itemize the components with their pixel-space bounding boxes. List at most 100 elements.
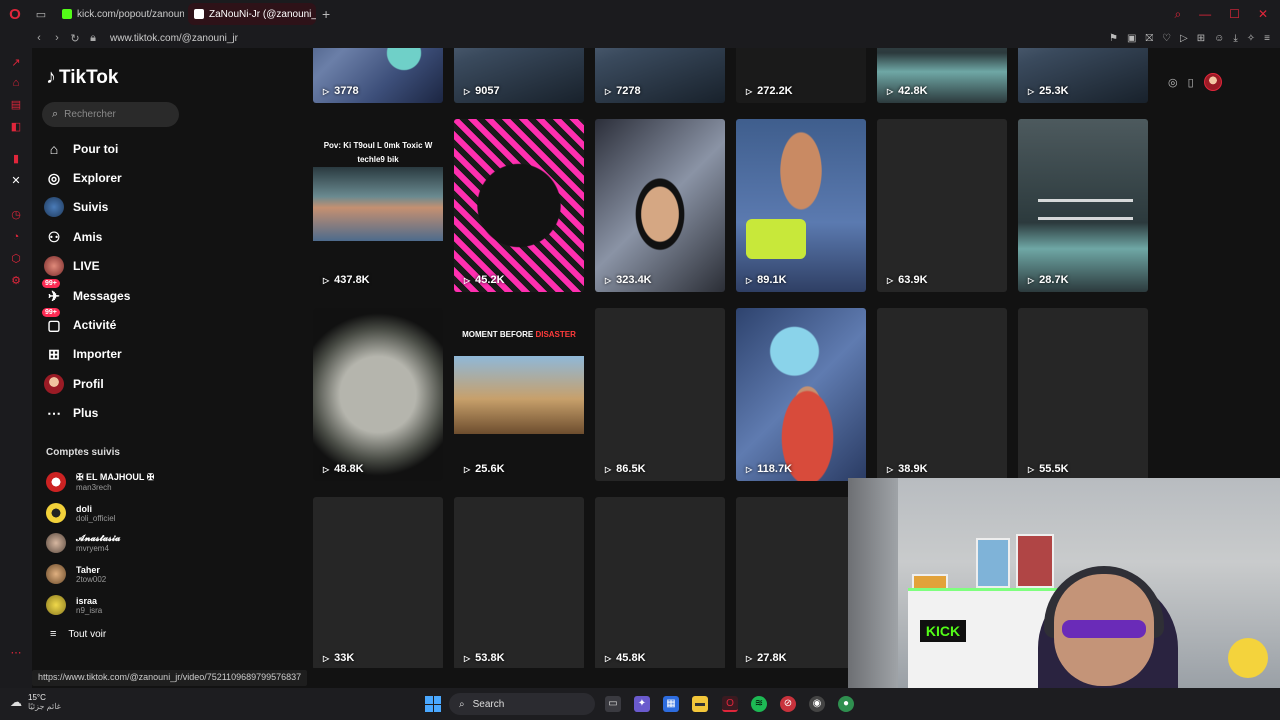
nav-following[interactable]: Suivis (44, 196, 108, 218)
nav-upload[interactable]: ⊞ Importer (44, 343, 122, 365)
video-card[interactable]: ▷ 272.2K (736, 48, 866, 103)
live-avatar (44, 256, 64, 276)
video-card[interactable]: ▷ 48.8K (313, 308, 443, 481)
player-icon[interactable]: ▷ (1180, 33, 1188, 44)
user-avatar[interactable] (1203, 73, 1222, 91)
nav-live[interactable]: LIVE (44, 255, 100, 277)
followed-account[interactable]: ✠ EL MAJHOUL ✠ man3rech (46, 469, 154, 495)
profile-avatar (44, 374, 64, 394)
video-card[interactable]: ▷ 63.9K (877, 119, 1007, 292)
obs-icon[interactable]: ◉ (809, 696, 825, 712)
video-card[interactable]: ▷ 118.7K (736, 308, 866, 481)
weather-widget[interactable]: ☁ 15°C غائم جزئيًا (10, 693, 61, 711)
video-card[interactable]: ▷ 89.1K (736, 119, 866, 292)
twitch-icon[interactable]: ▮ (9, 152, 23, 166)
spotify-icon[interactable]: ≋ (751, 696, 767, 712)
nav-friends[interactable]: ⚇ Amis (44, 226, 103, 248)
device-icon[interactable]: ▯ (1188, 76, 1194, 89)
search-tabs-icon[interactable]: ⌕ (1174, 7, 1181, 22)
video-card[interactable]: ▷ 55.5K (1018, 308, 1148, 481)
nav-profile[interactable]: Profil (44, 373, 104, 395)
video-card[interactable]: ▷ 42.8K (877, 48, 1007, 103)
snapshot-icon[interactable]: ▣ (1127, 33, 1136, 44)
nav-more[interactable]: ⋯ Plus (44, 402, 98, 424)
view-count: ▷ 7278 (605, 85, 641, 97)
minimize-button[interactable]: — (1199, 7, 1211, 22)
opera-gx-icon[interactable]: O (722, 696, 738, 712)
aria-ai-icon[interactable]: ✧ (1247, 33, 1255, 44)
reload-icon[interactable]: ↻ (66, 32, 84, 45)
more-icon[interactable]: ⋯ (9, 646, 23, 660)
menu-icon[interactable]: ≡ (1264, 33, 1270, 44)
video-card[interactable]: ▷ 7278 (595, 48, 725, 103)
view-count: ▷ 27.8K (746, 652, 787, 664)
nav-messages[interactable]: ✈ 99+ Messages (42, 279, 130, 307)
followed-account[interactable]: 𝓐𝓷𝓪𝓼𝓽𝓪𝓼𝓲𝓪 mvryem4 (46, 530, 120, 556)
aria-icon[interactable]: ↗ (9, 56, 23, 70)
nav-label: LIVE (73, 259, 100, 273)
copilot-icon[interactable]: ✦ (634, 696, 650, 712)
lock-icon[interactable]: ⌂ (9, 76, 23, 90)
video-card[interactable]: ▷ 38.9K (877, 308, 1007, 481)
extensions-icon[interactable]: ⊞ (1197, 33, 1205, 44)
tiktok-logo[interactable]: ♪ TikTok (46, 66, 118, 89)
followed-account[interactable]: doli doli_officiel (46, 500, 115, 526)
video-card[interactable]: ▷ 27.8K (736, 497, 866, 668)
account-icon[interactable]: ☺ (1214, 33, 1224, 44)
new-tab-button[interactable]: + (322, 6, 330, 22)
app-icon[interactable]: ⊘ (780, 696, 796, 712)
nav-for-you[interactable]: ⌂ Pour toi (44, 138, 119, 160)
view-count: ▷ 9057 (464, 85, 500, 97)
video-card[interactable]: ▷ 86.5K (595, 308, 725, 481)
messenger-icon[interactable]: ▤ (9, 98, 23, 112)
settings-icon[interactable]: ⚙ (9, 274, 23, 288)
header-actions: ◎ ▯ (1168, 70, 1252, 94)
maximize-button[interactable]: ☐ (1229, 7, 1240, 22)
account-handle: doli_officiel (76, 513, 116, 523)
adblock-icon[interactable]: ⛝ (1145, 33, 1153, 44)
clock-icon[interactable]: ◔ (9, 230, 23, 244)
player-icon[interactable]: ◧ (9, 120, 23, 134)
url-field[interactable]: www.tiktok.com/@zanouni_jr (110, 33, 238, 44)
nav-explore[interactable]: ◎ Explorer (44, 167, 122, 189)
video-card[interactable]: ▷ 45.8K (595, 497, 725, 668)
video-card[interactable]: ▷ 53.8K (454, 497, 584, 668)
video-card[interactable]: ▷ 28.7K (1018, 119, 1148, 292)
store-icon[interactable]: ▦ (663, 696, 679, 712)
taskbar-search[interactable]: ⌕ Search (449, 693, 595, 715)
followed-account[interactable]: Taher 2tow002 (46, 561, 106, 587)
history-icon[interactable]: ◷ (9, 208, 23, 222)
extensions-icon[interactable]: ⬡ (9, 252, 23, 266)
video-card[interactable]: ▷ 9057 (454, 48, 584, 103)
play-icon: ▷ (1028, 464, 1035, 474)
video-card[interactable]: ▷ 33K (313, 497, 443, 668)
see-all-button[interactable]: ≡ Tout voir (50, 628, 106, 640)
tab-kick[interactable]: kick.com/popout/zanouni (56, 3, 184, 25)
view-count: ▷ 33K (323, 652, 355, 664)
opera-logo-icon[interactable]: O (0, 0, 30, 28)
tab-tiktok[interactable]: ZaNouNi-Jr (@zanouni_jr) (188, 3, 316, 25)
account-name: doli (76, 503, 92, 514)
video-card[interactable]: ▷ 323.4K (595, 119, 725, 292)
coin-icon[interactable]: ◎ (1168, 76, 1178, 89)
close-window-button[interactable]: ✕ (1258, 7, 1268, 22)
back-icon[interactable]: ‹ (30, 32, 48, 44)
video-card[interactable]: ▷ 25.3K (1018, 48, 1148, 103)
file-explorer-icon[interactable]: ▬ (692, 696, 708, 712)
start-button[interactable] (425, 696, 441, 712)
nav-activity[interactable]: ▢ 99+ Activité (42, 308, 116, 336)
bookmark-icon[interactable]: ⚑ (1109, 33, 1118, 44)
tab-menu-icon[interactable]: ▭ (30, 0, 52, 28)
video-card[interactable]: ▷ 3778 (313, 48, 443, 103)
heart-icon[interactable]: ♡ (1162, 33, 1171, 44)
video-card[interactable]: MOMENT BEFORE DISASTER ▷ 25.6K (454, 308, 584, 481)
forward-icon[interactable]: › (48, 32, 66, 44)
download-icon[interactable]: ⤓ (1233, 33, 1237, 44)
followed-account[interactable]: israa n9_isra (46, 592, 102, 618)
task-view-icon[interactable]: ▭ (605, 696, 621, 712)
video-card[interactable]: Pov: Ki T9oul L 0mk Toxic W techle9 bik … (313, 119, 443, 292)
app-icon[interactable]: ● (838, 696, 854, 712)
video-card[interactable]: ▷ 45.2K (454, 119, 584, 292)
x-icon[interactable]: ✕ (9, 174, 23, 188)
search-input[interactable]: ⌕ Rechercher (42, 102, 179, 127)
